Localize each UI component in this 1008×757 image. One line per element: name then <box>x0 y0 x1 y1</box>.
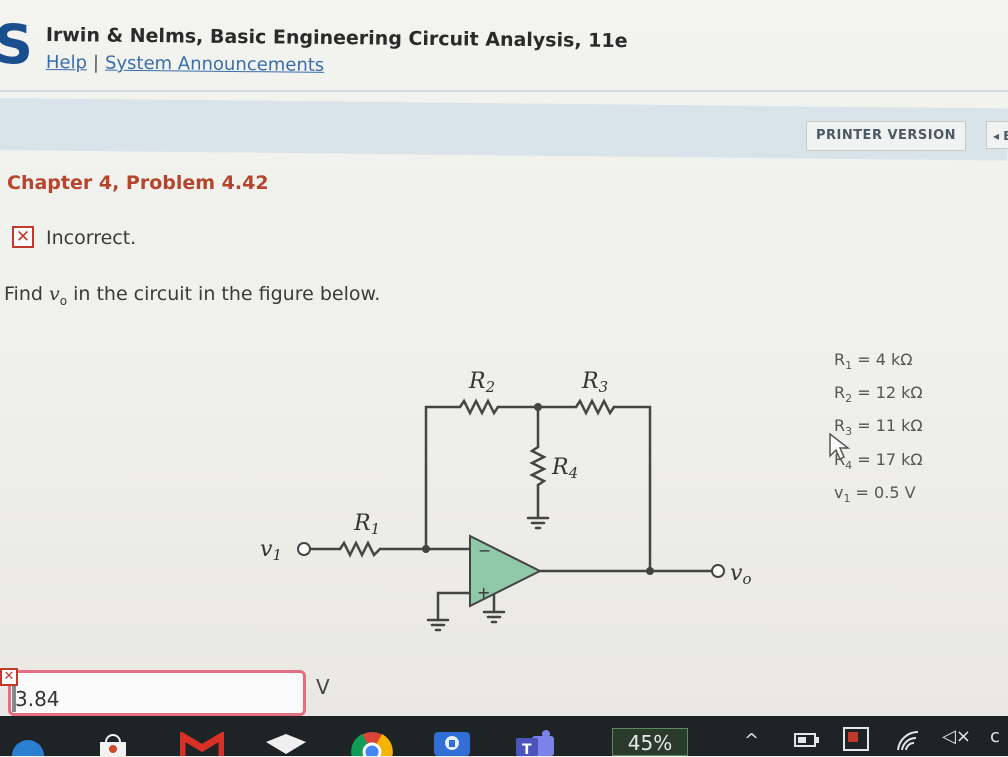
page: S Irwin & Nelms, Basic Engineering Circu… <box>0 0 1008 720</box>
component-values: R1 = 4 kΩ R2 = 12 kΩ R3 = 11 kΩ R4 = 17 … <box>834 346 923 512</box>
printer-version-button[interactable]: PRINTER VERSION <box>806 121 966 151</box>
problem-title: Chapter 4, Problem 4.42 <box>7 172 269 194</box>
system-announcements-link[interactable]: System Announcements <box>105 53 324 76</box>
question-var: v <box>48 283 60 305</box>
wire-plus-ground <box>436 591 472 622</box>
notification-icon[interactable]: c <box>990 726 1000 747</box>
header-divider <box>0 90 1008 92</box>
resistor-r4 <box>529 445 547 487</box>
label-v1: v1 <box>260 537 282 564</box>
wire-top-left <box>424 405 462 550</box>
answer-input[interactable]: 3.84 <box>8 670 306 716</box>
terminal-v1 <box>297 542 311 556</box>
resistor-r3 <box>574 398 616 416</box>
answer-error-icon: ✕ <box>0 668 18 686</box>
volume-muted-icon[interactable]: ◁× <box>942 726 971 747</box>
resistor-r2 <box>458 398 500 416</box>
wifi-icon[interactable] <box>896 730 922 752</box>
junction-top <box>534 403 542 411</box>
answer-unit: V <box>316 675 330 699</box>
value-v1: v1 = 0.5 V <box>834 482 916 505</box>
wiley-logo: S <box>0 13 33 76</box>
browser-icon[interactable] <box>8 736 48 756</box>
ground-supply <box>482 610 506 624</box>
opamp-minus: − <box>478 541 491 560</box>
circuit-diagram: R2 R3 R4 R1 v1 vo − + <box>260 369 751 632</box>
previous-nav-button[interactable]: ◂ B <box>986 121 1008 149</box>
label-r2: R2 <box>468 369 495 396</box>
question-text: Find vo in the circuit in the figure bel… <box>4 283 380 308</box>
ground-r4 <box>526 516 550 530</box>
mail-icon[interactable] <box>262 734 310 756</box>
resistor-r1 <box>338 540 382 558</box>
tray-overflow-chevron[interactable]: ^ <box>744 730 759 751</box>
incorrect-icon: ✕ <box>12 226 34 248</box>
store-icon[interactable] <box>96 732 130 756</box>
value-r1: R1 = 4 kΩ <box>834 350 913 373</box>
label-r3: R3 <box>581 369 608 396</box>
label-r4: R4 <box>551 455 578 482</box>
label-r1: R1 <box>353 511 380 538</box>
chrome-icon[interactable] <box>350 730 394 756</box>
battery-indicator[interactable]: 45% <box>612 728 688 756</box>
junction-output <box>646 567 654 575</box>
label-vo: vo <box>730 561 751 588</box>
security-icon[interactable] <box>432 730 472 756</box>
header-links: Help | System Announcements <box>46 52 325 76</box>
mouse-cursor-icon <box>829 432 850 461</box>
question-post: in the circuit in the figure below. <box>67 283 381 305</box>
help-link[interactable]: Help <box>46 52 87 73</box>
opamp-plus: + <box>477 583 490 602</box>
battery-icon[interactable] <box>794 732 820 748</box>
terminal-vo <box>711 564 725 578</box>
svg-text:T: T <box>522 742 532 756</box>
book-title: Irwin & Nelms, Basic Engineering Circuit… <box>45 24 628 53</box>
value-r2: R2 = 12 kΩ <box>834 383 923 406</box>
teams-icon[interactable]: T <box>514 730 558 756</box>
wire-top-right <box>612 405 652 573</box>
status-text: Incorrect. <box>46 227 137 249</box>
link-separator: | <box>92 52 100 74</box>
gmail-icon[interactable] <box>180 732 224 756</box>
network-icon[interactable] <box>842 726 872 752</box>
ground-plus <box>426 618 450 632</box>
question-sub: o <box>59 293 68 308</box>
question-pre: Find <box>4 283 49 305</box>
junction-input <box>422 545 430 553</box>
